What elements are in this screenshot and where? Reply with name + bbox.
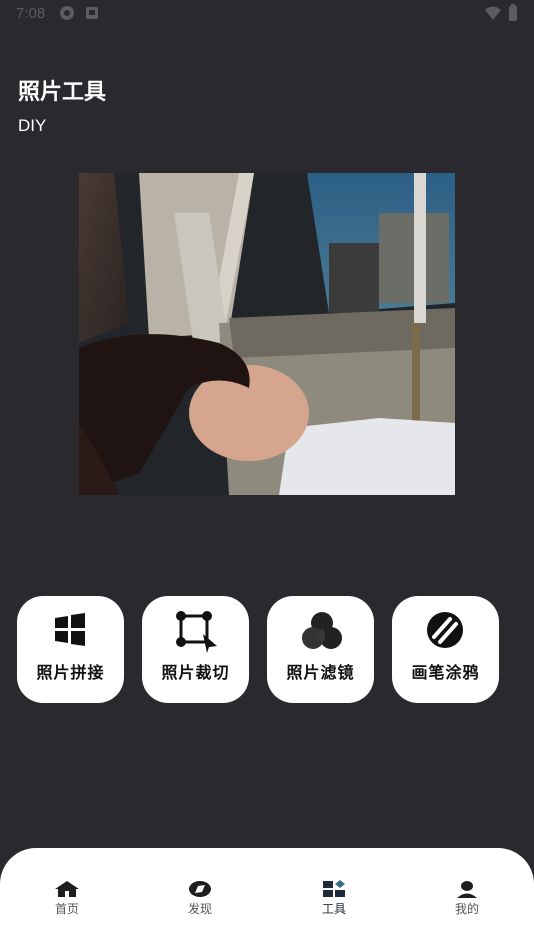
tool-brush-doodle-button[interactable]: 画笔涂鸦 (392, 596, 499, 703)
settings-status-icon (60, 6, 74, 20)
nav-label: 发现 (187, 902, 212, 916)
nav-item-discover[interactable]: 发现 (160, 880, 240, 920)
notification-status-icon (86, 7, 98, 19)
wifi-icon (485, 6, 501, 20)
bottom-nav: 首页 发现 工具 我的 (0, 848, 534, 950)
grid-windows-icon (55, 613, 85, 646)
filter-circles-icon (302, 612, 342, 649)
nav-label: 首页 (54, 902, 79, 916)
status-bar: 7:08 (0, 0, 534, 28)
user-icon (457, 881, 477, 898)
tool-label: 画笔涂鸦 (411, 663, 480, 682)
nav-label: 工具 (321, 902, 346, 916)
preview-photo[interactable] (79, 173, 455, 495)
compass-icon (189, 881, 211, 897)
nav-label: 我的 (454, 902, 479, 916)
tool-label: 照片拼接 (36, 663, 105, 682)
tool-photo-crop-button[interactable]: 照片裁切 (142, 596, 249, 703)
tool-photo-filter-button[interactable]: 照片滤镜 (267, 596, 374, 703)
tool-grid: 照片拼接 照片裁切 照片滤镜 画笔涂鸦 (17, 596, 517, 703)
nav-item-home[interactable]: 首页 (27, 880, 107, 920)
nav-item-tools[interactable]: 工具 (294, 880, 374, 920)
tool-label: 照片滤镜 (286, 663, 355, 682)
status-time: 7:08 (16, 5, 46, 22)
home-icon (55, 881, 79, 897)
tool-label: 照片裁切 (161, 663, 230, 682)
tools-grid-icon (323, 880, 345, 897)
photo-image (79, 173, 455, 495)
tool-photo-collage-button[interactable]: 照片拼接 (17, 596, 124, 703)
battery-icon (509, 4, 517, 21)
crop-vector-icon (176, 611, 217, 653)
brush-stroke-icon (427, 612, 463, 648)
page-subtitle: DIY (18, 116, 47, 135)
nav-item-mine[interactable]: 我的 (427, 880, 507, 920)
page-title: 照片工具 (18, 80, 107, 105)
